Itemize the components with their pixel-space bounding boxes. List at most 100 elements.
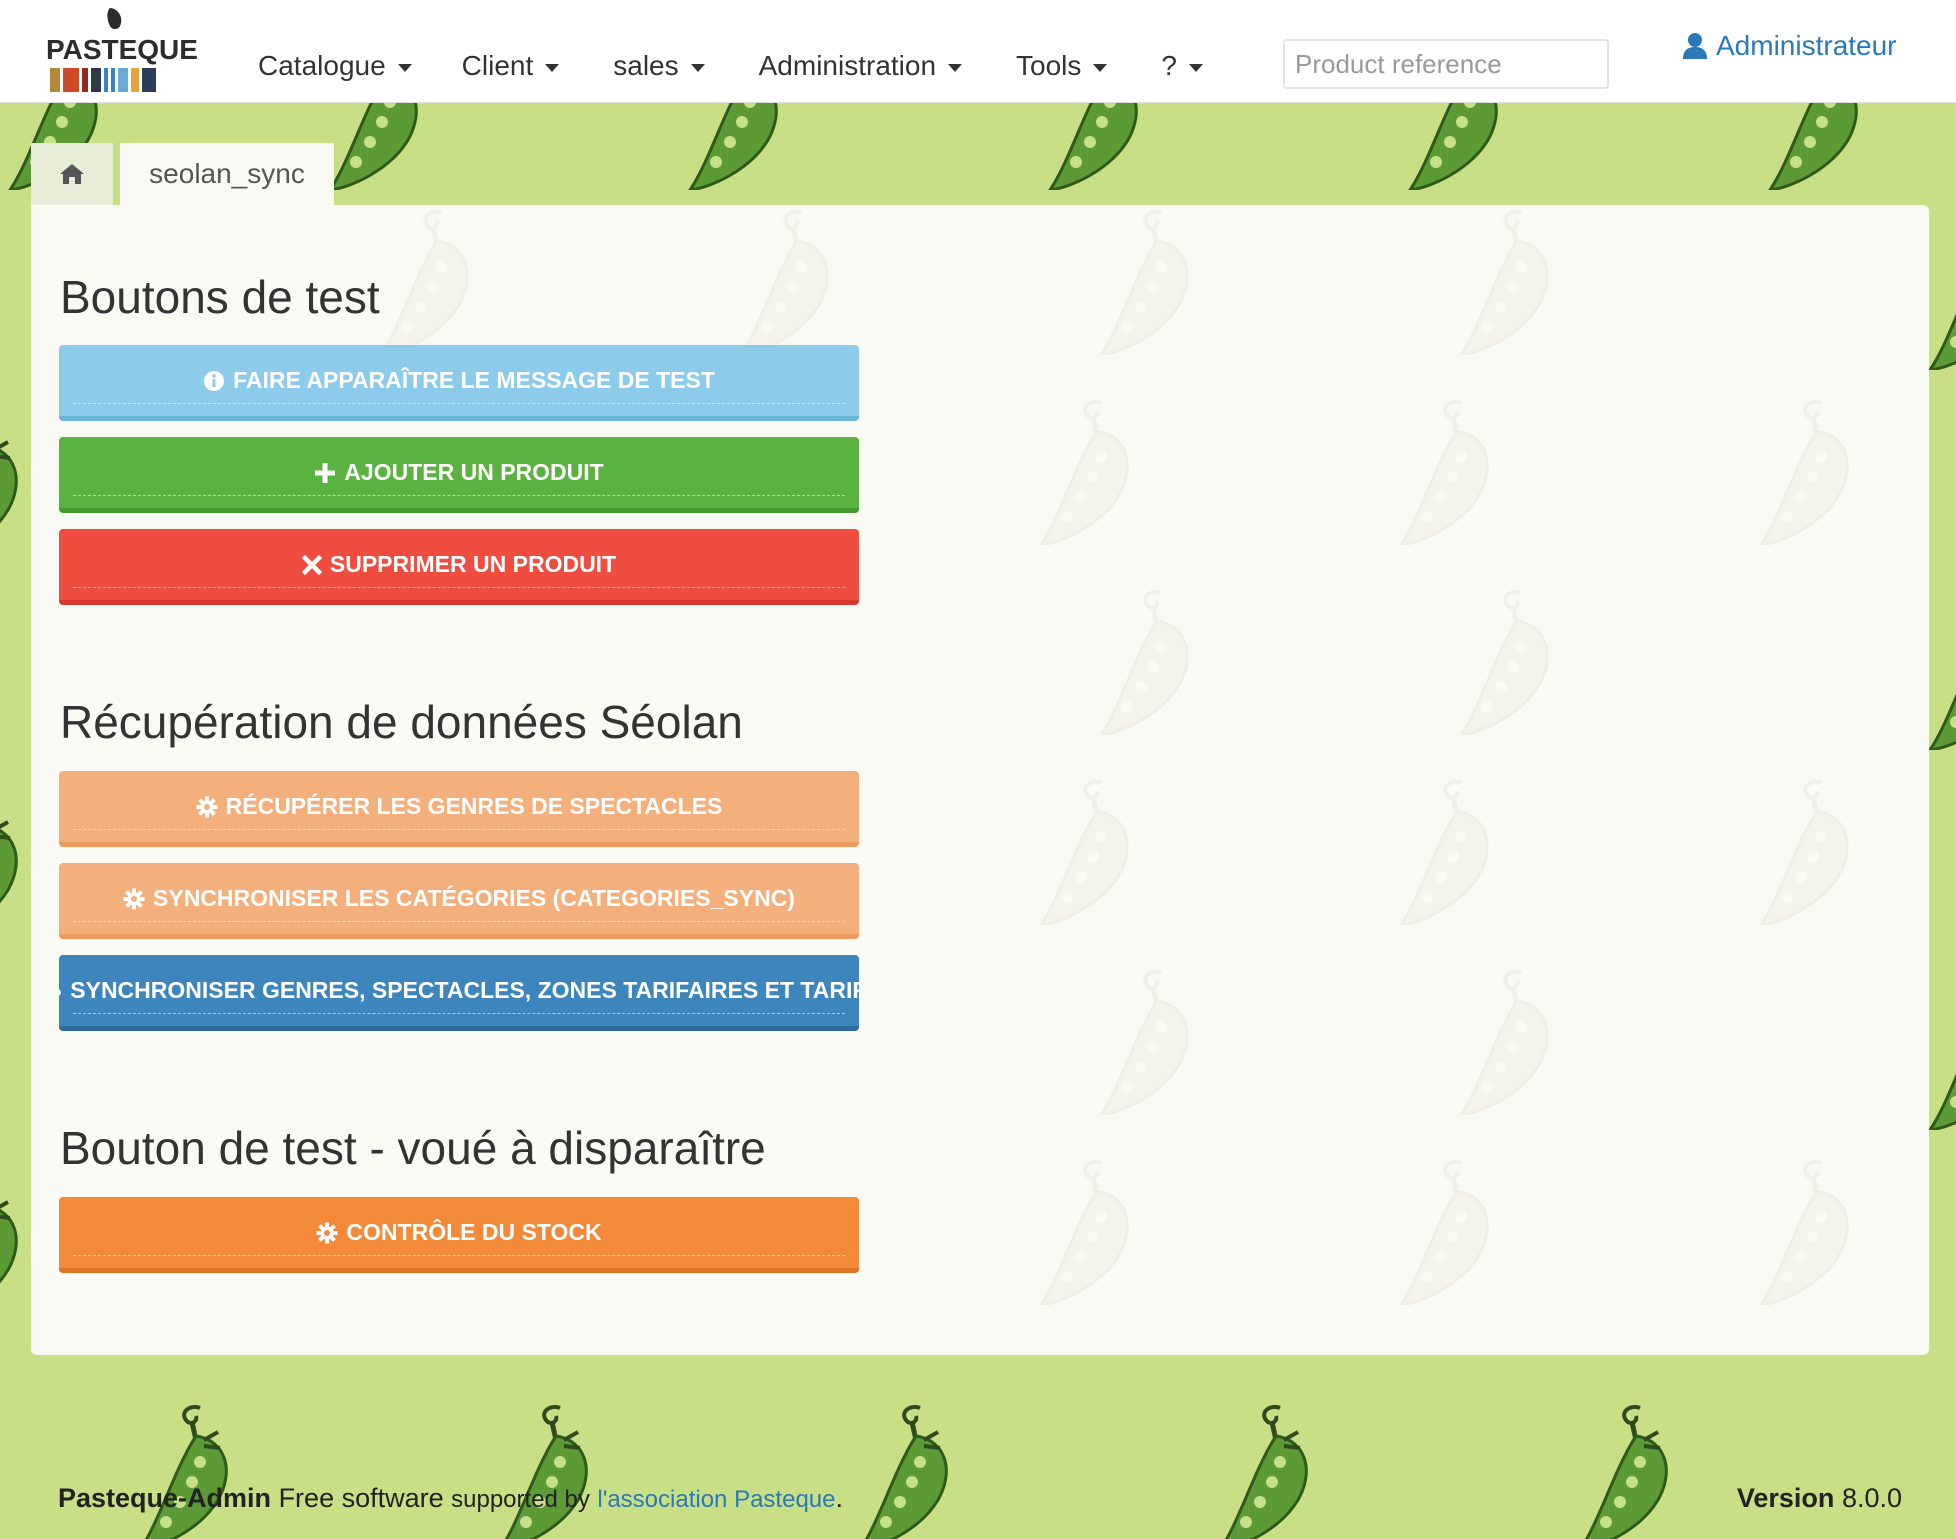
footer-free-software: Free software bbox=[278, 1483, 444, 1513]
close-icon bbox=[301, 554, 322, 575]
nav-client[interactable]: Client bbox=[462, 50, 560, 82]
sync-all-seolan-label: Synchroniser genres, spectacles, zones t… bbox=[70, 977, 859, 1003]
pea-pod-watermark bbox=[1451, 205, 1561, 355]
pea-pod-decoration bbox=[850, 1400, 960, 1539]
caret-down-icon bbox=[690, 64, 705, 72]
caret-down-icon bbox=[397, 64, 412, 72]
nav-tools[interactable]: Tools bbox=[1016, 50, 1108, 82]
gear-icon bbox=[316, 1222, 338, 1244]
nav-administration[interactable]: Administration bbox=[758, 50, 963, 82]
pea-pod-watermark bbox=[1091, 205, 1201, 355]
user-name: Administrateur bbox=[1716, 30, 1897, 61]
logo-bar bbox=[50, 68, 60, 92]
fetch-show-genres-button[interactable]: Récupérer les genres de spectacles bbox=[59, 771, 859, 847]
nav-help[interactable]: ? bbox=[1161, 50, 1203, 82]
show-test-message-button[interactable]: Faire apparaître le message de test bbox=[59, 345, 859, 421]
nav-catalogue-label: Catalogue bbox=[258, 50, 386, 81]
delete-product-label: Supprimer un produit bbox=[329, 551, 617, 577]
footer-product-name: Pasteque-Admin bbox=[58, 1483, 272, 1513]
association-pasteque-link[interactable]: l'association Pasteque bbox=[597, 1486, 835, 1513]
footer-period: . bbox=[835, 1483, 844, 1513]
pea-pod-decoration bbox=[0, 1170, 30, 1320]
stock-check-label: Contrôle du stock bbox=[346, 1219, 602, 1245]
footer-supported-by: supported by bbox=[451, 1486, 590, 1513]
pea-pod-watermark bbox=[1031, 395, 1141, 545]
logo-bar bbox=[91, 68, 101, 92]
pea-pod-watermark bbox=[1031, 1155, 1141, 1305]
sync-categories-button[interactable]: Synchroniser les catégories (categories_… bbox=[59, 863, 859, 939]
cloud-download-icon bbox=[59, 980, 62, 1002]
caret-down-icon bbox=[1188, 64, 1203, 72]
pea-pod-watermark bbox=[1391, 775, 1501, 925]
seed-icon bbox=[107, 8, 122, 29]
pea-pod-decoration bbox=[0, 790, 30, 940]
sync-all-seolan-button[interactable]: Synchroniser genres, spectacles, zones t… bbox=[59, 955, 859, 1031]
pea-pod-watermark bbox=[1391, 1155, 1501, 1305]
logo-color-bars bbox=[50, 68, 156, 92]
breadcrumb-current-label: seolan_sync bbox=[149, 158, 305, 189]
main-menu: Catalogue Client sales Administration To… bbox=[258, 50, 1203, 82]
delete-product-button[interactable]: Supprimer un produit bbox=[59, 529, 859, 605]
footer-version: Version 8.0.0 bbox=[1737, 1483, 1902, 1514]
stock-check-button[interactable]: Contrôle du stock bbox=[59, 1197, 859, 1273]
user-icon bbox=[1683, 33, 1707, 59]
logo-bar bbox=[111, 68, 115, 92]
caret-down-icon bbox=[948, 64, 963, 72]
nav-sales-label: sales bbox=[613, 50, 679, 81]
fetch-show-genres-label: Récupérer les genres de spectacles bbox=[225, 793, 723, 819]
logo-text: PASTEQUE bbox=[46, 34, 198, 65]
pea-pod-watermark bbox=[1091, 585, 1201, 735]
pea-pod-decoration bbox=[0, 410, 30, 560]
breadcrumb-current: seolan_sync bbox=[120, 143, 334, 205]
show-test-message-label: Faire apparaître le message de test bbox=[233, 367, 715, 393]
product-reference-search-input[interactable] bbox=[1283, 39, 1609, 89]
gear-icon bbox=[196, 796, 218, 818]
nav-administration-label: Administration bbox=[758, 50, 937, 81]
top-navbar: PASTEQUE Catalogue Client sales Administ… bbox=[0, 0, 1956, 103]
nav-client-label: Client bbox=[461, 50, 534, 81]
info-circle-icon bbox=[203, 370, 225, 392]
caret-down-icon bbox=[545, 64, 560, 72]
pea-pod-decoration bbox=[1210, 1400, 1320, 1539]
pea-pod-watermark bbox=[1091, 965, 1201, 1115]
sync-categories-label: Synchroniser les catégories (categories_… bbox=[153, 885, 795, 911]
logo-bar bbox=[131, 68, 139, 92]
pea-pod-watermark bbox=[1751, 1155, 1861, 1305]
gear-icon bbox=[123, 888, 145, 910]
section-title-test-buttons: Boutons de test bbox=[60, 271, 380, 323]
footer-credits: Pasteque-Admin Free software supported b… bbox=[58, 1483, 843, 1514]
section-title-seolan-data: Récupération de données Séolan bbox=[60, 696, 743, 748]
pea-pod-watermark bbox=[1751, 395, 1861, 545]
add-product-button[interactable]: Ajouter un produit bbox=[59, 437, 859, 513]
pea-pod-watermark bbox=[1451, 965, 1561, 1115]
nav-tools-label: Tools bbox=[1016, 50, 1082, 81]
section-title-temporary-test: Bouton de test - voué à disparaître bbox=[60, 1122, 766, 1174]
pea-pod-watermark bbox=[731, 205, 841, 355]
logo-bar bbox=[104, 68, 108, 92]
pea-pod-watermark bbox=[371, 205, 481, 355]
nav-sales[interactable]: sales bbox=[613, 50, 705, 82]
pea-pod-watermark bbox=[1751, 775, 1861, 925]
home-icon bbox=[60, 164, 84, 184]
breadcrumb-home[interactable] bbox=[31, 143, 113, 205]
pea-pod-decoration bbox=[130, 1400, 240, 1539]
pea-pod-decoration bbox=[1570, 1400, 1680, 1539]
plus-icon bbox=[314, 462, 336, 484]
logo-bar bbox=[63, 68, 79, 92]
pea-pod-watermark bbox=[1391, 395, 1501, 545]
nav-help-label: ? bbox=[1161, 50, 1177, 81]
logo-bar bbox=[118, 68, 128, 92]
pea-pod-decoration bbox=[490, 1400, 600, 1539]
main-panel: Boutons de test Faire apparaître le mess… bbox=[31, 205, 1929, 1355]
logo-bar bbox=[142, 68, 156, 92]
user-menu-link[interactable]: Administrateur bbox=[1682, 30, 1897, 62]
version-number: 8.0.0 bbox=[1841, 1483, 1902, 1513]
nav-catalogue[interactable]: Catalogue bbox=[258, 50, 412, 82]
pea-pod-watermark bbox=[1451, 585, 1561, 735]
pea-pod-watermark bbox=[1031, 775, 1141, 925]
pasteque-logo[interactable]: PASTEQUE bbox=[46, 4, 198, 94]
add-product-label: Ajouter un produit bbox=[344, 459, 604, 485]
version-label: Version bbox=[1736, 1483, 1835, 1513]
caret-down-icon bbox=[1093, 64, 1108, 72]
logo-bar bbox=[82, 68, 88, 92]
